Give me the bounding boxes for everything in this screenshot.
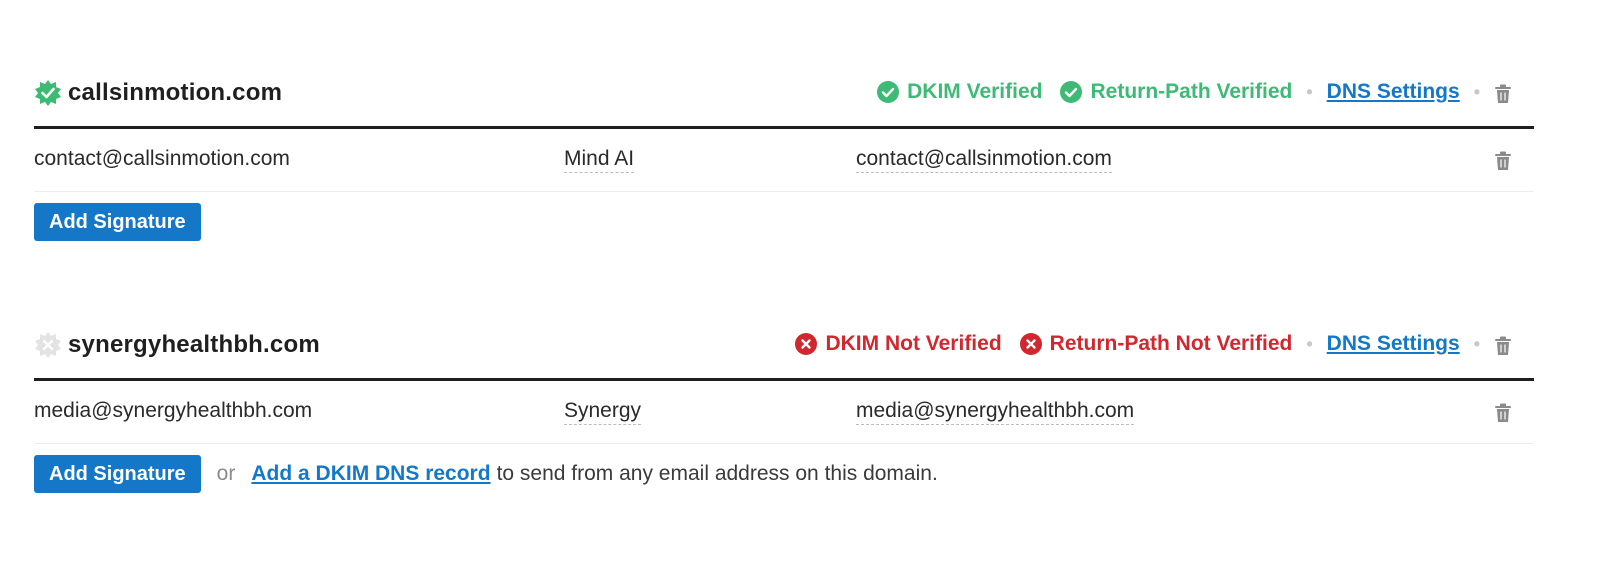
signature-row: contact@callsinmotion.com Mind AI contac… (34, 129, 1534, 192)
signature-row: media@synergyhealthbh.com Synergy media@… (34, 381, 1534, 444)
dns-settings-link[interactable]: DNS Settings (1327, 80, 1460, 104)
check-circle-icon (877, 81, 900, 103)
trash-icon[interactable] (1494, 84, 1512, 104)
domain-name: synergyhealthbh.com (68, 331, 320, 358)
signature-from-address[interactable]: media@synergyhealthbh.com (856, 399, 1135, 425)
signature-display-name[interactable]: Mind AI (564, 147, 635, 173)
return-path-status-label: Return-Path Verified (1090, 80, 1293, 103)
x-circle-icon (795, 333, 818, 355)
trash-icon[interactable] (1494, 403, 1512, 423)
dkim-status-label: DKIM Verified (907, 80, 1043, 103)
dns-settings-link[interactable]: DNS Settings (1327, 332, 1460, 356)
verified-badge-icon (35, 80, 61, 106)
domain-actions: Add Signature (34, 192, 1534, 252)
dkim-hint-text: to send from any email address on this d… (496, 462, 938, 485)
dkim-status-label: DKIM Not Verified (825, 332, 1002, 355)
signature-display-name[interactable]: Synergy (564, 399, 642, 425)
domain-section: callsinmotion.com DKIM Verified Return-P… (34, 72, 1534, 252)
return-path-status: Return-Path Not Verified (1019, 332, 1293, 356)
domain-section: synergyhealthbh.com DKIM Not Verified Re… (34, 324, 1534, 504)
trash-icon[interactable] (1494, 151, 1512, 171)
add-signature-button[interactable]: Add Signature (34, 203, 201, 241)
x-circle-icon (1019, 333, 1042, 355)
separator-dot: • (1473, 81, 1480, 102)
domain-header: callsinmotion.com DKIM Verified Return-P… (34, 72, 1534, 129)
dkim-status: DKIM Verified (877, 80, 1042, 104)
verification-status-group: DKIM Not Verified Return-Path Not Verifi… (777, 332, 1512, 356)
domain-header: synergyhealthbh.com DKIM Not Verified Re… (34, 324, 1534, 381)
or-text: or (216, 462, 236, 485)
add-signature-button[interactable]: Add Signature (34, 455, 201, 493)
add-dkim-record-link[interactable]: Add a DKIM DNS record (251, 462, 490, 486)
trash-icon[interactable] (1494, 336, 1512, 356)
unverified-badge-icon (35, 332, 61, 358)
domain-name: callsinmotion.com (68, 79, 283, 106)
separator-dot: • (1473, 333, 1480, 354)
return-path-status-label: Return-Path Not Verified (1049, 332, 1293, 355)
domain-actions: Add Signature or Add a DKIM DNS record t… (34, 444, 1534, 504)
verification-status-group: DKIM Verified Return-Path Verified • DNS… (859, 80, 1512, 104)
dkim-status: DKIM Not Verified (795, 332, 1002, 356)
separator-dot: • (1306, 81, 1313, 102)
check-circle-icon (1060, 81, 1083, 103)
separator-dot: • (1306, 333, 1313, 354)
signature-email: media@synergyhealthbh.com (34, 399, 313, 422)
signature-email: contact@callsinmotion.com (34, 147, 290, 170)
return-path-status: Return-Path Verified (1060, 80, 1292, 104)
signature-from-address[interactable]: contact@callsinmotion.com (856, 147, 1112, 173)
